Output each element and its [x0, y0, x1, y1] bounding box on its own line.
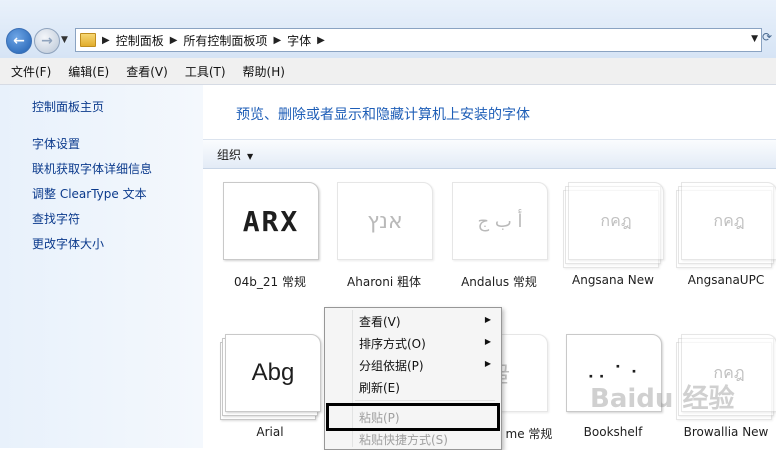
font-preview: أ ب ج — [452, 182, 548, 260]
sidebar-change-font-size[interactable]: 更改字体大小 — [32, 235, 104, 252]
font-tile-angsana-new[interactable]: กคฎ Angsana New — [563, 182, 664, 292]
context-menu-refresh[interactable]: 刷新(E) — [359, 379, 400, 396]
context-menu-paste-shortcut[interactable]: 粘贴快捷方式(S) — [359, 431, 448, 448]
recent-pages-dropdown[interactable]: ▼ — [61, 35, 68, 45]
menu-view[interactable]: 查看(V) — [115, 63, 174, 80]
font-label: AngsanaUPC — [687, 273, 765, 287]
menu-separator — [355, 400, 495, 401]
menu-help[interactable]: 帮助(H) — [232, 63, 291, 80]
font-tile-aharoni[interactable]: אנץ Aharoni 粗体 — [334, 182, 434, 292]
font-preview: אנץ — [337, 182, 433, 260]
organize-button[interactable]: 组织 ▼ — [217, 146, 253, 163]
organize-label: 组织 — [217, 147, 242, 162]
breadcrumb[interactable]: ▶ 控制面板 ▶ 所有控制面板项 ▶ 字体 ▶ — [75, 28, 762, 52]
font-tile-04b21[interactable]: ARX 04b_21 常规 — [220, 182, 320, 292]
menu-tools[interactable]: 工具(T) — [174, 63, 232, 80]
context-menu-sort-by[interactable]: 排序方式(O) — [359, 335, 426, 352]
font-label: Browallia New — [683, 425, 769, 439]
back-button[interactable]: ← — [6, 28, 32, 54]
menu-file[interactable]: 文件(F) — [0, 63, 57, 80]
breadcrumb-all-items[interactable]: 所有控制面板项 — [183, 32, 267, 49]
font-sample: ARX — [242, 204, 300, 238]
menu-edit[interactable]: 编辑(E) — [57, 63, 115, 80]
refresh-icon[interactable]: ⟳ — [762, 30, 776, 50]
folder-icon — [80, 33, 96, 47]
address-bar: ← → ▼ ▶ 控制面板 ▶ 所有控制面板项 ▶ 字体 ▶ ▼ ⟳ — [0, 0, 776, 59]
font-sample: Abg — [251, 359, 295, 386]
arrow-left-icon: ← — [13, 33, 25, 49]
sidebar — [0, 85, 203, 448]
font-label: Arial — [256, 425, 284, 439]
sidebar-find-character[interactable]: 查找字符 — [32, 210, 80, 227]
forward-button[interactable]: → — [34, 28, 60, 54]
font-tile-andalus[interactable]: أ ب ج Andalus 常规 — [449, 182, 549, 292]
context-menu-group-by[interactable]: 分组依据(P) — [359, 357, 424, 374]
chevron-right-icon[interactable]: ▶ — [170, 35, 178, 46]
font-sample: אנץ — [367, 208, 403, 234]
font-tile-arial[interactable]: Abg Arial — [220, 334, 321, 444]
font-preview: กคฎ — [681, 182, 776, 260]
context-menu-view[interactable]: 查看(V) — [359, 313, 401, 330]
watermark: Baidu 经验 — [590, 384, 735, 414]
font-preview: Abg — [225, 334, 321, 412]
address-dropdown-icon[interactable]: ▼ — [751, 34, 758, 44]
font-sample: กคฎ — [600, 210, 632, 230]
breadcrumb-fonts[interactable]: 字体 — [287, 32, 311, 49]
submenu-arrow-icon: ▶ — [484, 337, 491, 346]
chevron-right-icon[interactable]: ▶ — [102, 35, 110, 46]
sidebar-control-panel-home[interactable]: 控制面板主页 — [32, 98, 104, 115]
highlight-box — [326, 403, 500, 431]
menu-bar: 文件(F) 编辑(E) 查看(V) 工具(T) 帮助(H) — [0, 58, 776, 85]
command-bar: 组织 ▼ — [203, 139, 776, 169]
sidebar-font-settings[interactable]: 字体设置 — [32, 135, 80, 152]
font-preview: กคฎ — [568, 182, 664, 260]
chevron-right-icon[interactable]: ▶ — [317, 35, 325, 46]
sidebar-get-font-info-online[interactable]: 联机获取字体详细信息 — [32, 160, 152, 177]
submenu-arrow-icon: ▶ — [484, 359, 491, 368]
font-preview: ARX — [223, 182, 319, 260]
breadcrumb-control-panel[interactable]: 控制面板 — [116, 32, 164, 49]
chevron-right-icon[interactable]: ▶ — [273, 35, 281, 46]
font-sample: أ ب ج — [477, 210, 523, 232]
page-title: 预览、删除或者显示和隐藏计算机上安装的字体 — [236, 107, 530, 123]
font-sample: กคฎ — [713, 210, 745, 230]
submenu-arrow-icon: ▶ — [484, 315, 491, 324]
font-tile-angsanaupc[interactable]: กคฎ AngsanaUPC — [676, 182, 776, 292]
arrow-right-icon: → — [41, 33, 53, 49]
chevron-down-icon: ▼ — [247, 151, 254, 161]
sidebar-adjust-cleartype[interactable]: 调整 ClearType 文本 — [32, 185, 147, 202]
